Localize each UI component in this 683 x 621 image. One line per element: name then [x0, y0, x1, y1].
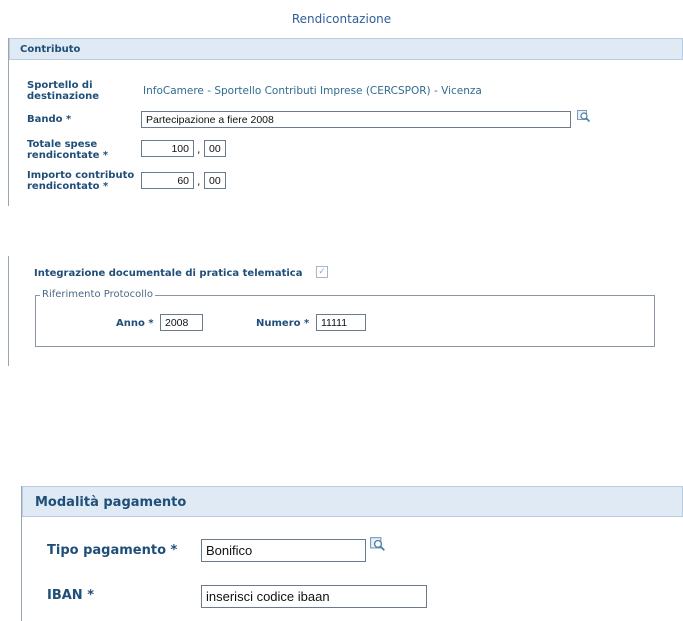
- iban-label: IBAN *: [47, 588, 95, 603]
- contributo-header: Contributo: [9, 38, 683, 60]
- importo-integer-input[interactable]: 60: [141, 172, 194, 189]
- numero-input[interactable]: 11111: [316, 314, 366, 331]
- bando-lookup-icon[interactable]: [577, 110, 591, 123]
- integrazione-left-border: [8, 256, 9, 366]
- totale-label: Totale spese rendicontate *: [27, 139, 109, 161]
- importo-decimal-input[interactable]: 00: [204, 172, 226, 189]
- anno-input[interactable]: 2008: [160, 314, 203, 331]
- importo-label: Importo contributo rendicontato *: [27, 170, 135, 192]
- riferimento-protocollo-legend: Riferimento Protocollo: [40, 289, 155, 300]
- totale-integer-input[interactable]: 100: [141, 140, 194, 157]
- importo-decimal-separator: ,: [197, 175, 201, 188]
- integrazione-checkbox[interactable]: ✓: [316, 266, 328, 278]
- totale-decimal-input[interactable]: 00: [204, 140, 226, 157]
- anno-label: Anno *: [116, 318, 154, 329]
- checkmark-icon: ✓: [318, 267, 326, 277]
- totale-decimal-separator: ,: [197, 143, 201, 156]
- bando-input[interactable]: Partecipazione a fiere 2008: [141, 111, 571, 128]
- tipo-pagamento-lookup-icon[interactable]: [370, 537, 386, 552]
- tipo-pagamento-label: Tipo pagamento *: [47, 543, 178, 558]
- tipo-pagamento-input[interactable]: Bonifico: [201, 539, 366, 562]
- iban-input[interactable]: inserisci codice ibaan: [201, 585, 427, 608]
- sportello-label: Sportello di destinazione: [27, 80, 99, 102]
- bando-label: Bando *: [27, 114, 72, 125]
- pagamento-header: Modalità pagamento: [22, 486, 683, 517]
- sportello-value: InfoCamere - Sportello Contributi Impres…: [143, 85, 482, 97]
- numero-label: Numero *: [256, 318, 310, 329]
- page-title: Rendicontazione: [291, 12, 392, 26]
- integrazione-label: Integrazione documentale di pratica tele…: [34, 268, 303, 279]
- section-left-border: [8, 38, 9, 206]
